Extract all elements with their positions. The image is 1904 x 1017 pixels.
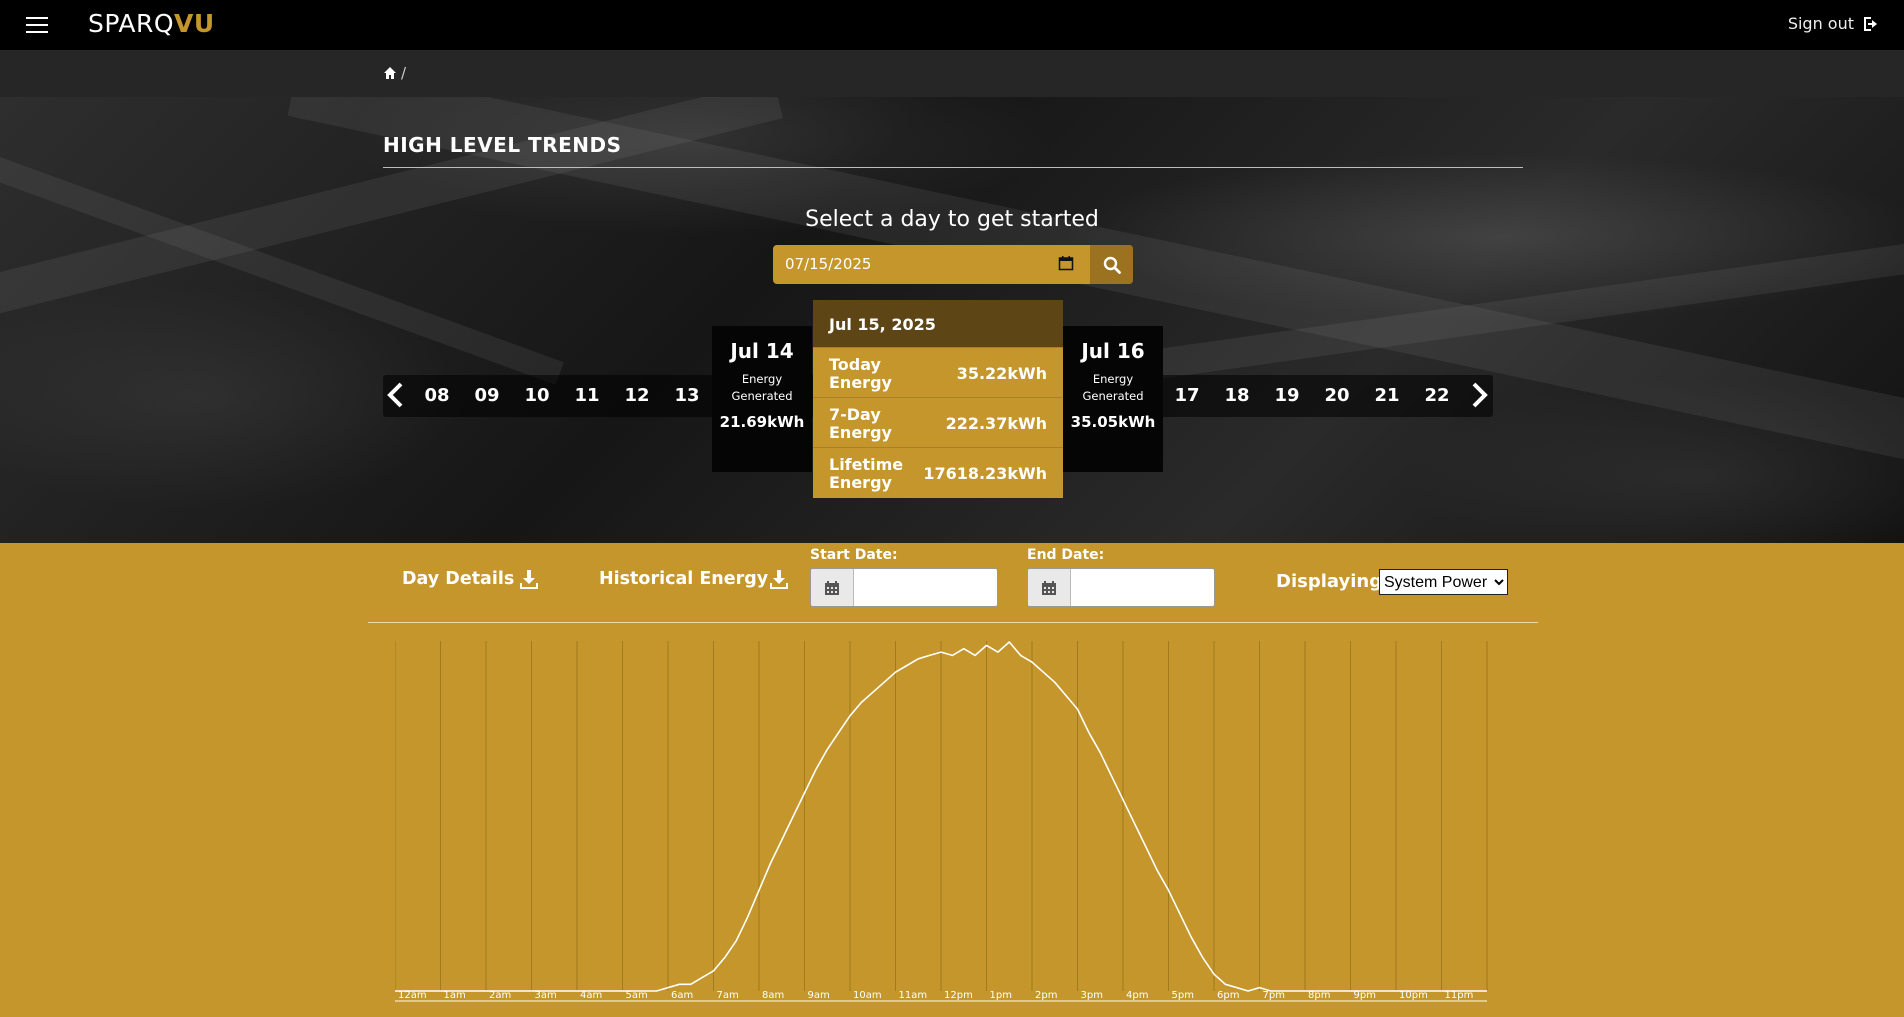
day-date-picker[interactable]: 07/15/2025	[773, 245, 1133, 284]
selected-day-card: Jul 15, 2025 Today Energy 35.22kWh 7-Day…	[813, 300, 1063, 498]
stat-row: Today Energy 35.22kWh	[813, 347, 1063, 397]
stat-row: 7-Day Energy 222.37kWh	[813, 397, 1063, 447]
day-details-download[interactable]: Day Details	[402, 569, 539, 589]
breadcrumb-bar: /	[0, 50, 1904, 97]
sign-out-label: Sign out	[1787, 14, 1854, 33]
home-icon[interactable]	[383, 66, 397, 80]
stat-label: Today Energy	[829, 355, 892, 392]
prev-day-label-1: Energy	[741, 372, 783, 386]
historical-energy-download[interactable]: Historical Energy	[599, 569, 789, 589]
end-date-field[interactable]	[1027, 568, 1215, 607]
x-tick-label: 7am	[717, 990, 739, 1001]
start-date-label: Start Date:	[810, 547, 898, 563]
page-title: HIGH LEVEL TRENDS	[383, 133, 622, 157]
download-icon	[520, 569, 539, 589]
top-navbar: SPARQVU Sign out	[0, 0, 1904, 50]
day-button[interactable]: 10	[515, 375, 559, 417]
sign-out-button[interactable]: Sign out	[1788, 14, 1882, 33]
display-metric-select[interactable]: System Power	[1379, 569, 1508, 595]
x-tick-label: 2pm	[1035, 990, 1057, 1001]
stat-label: 7-Day Energy	[829, 405, 892, 442]
prev-day-value: 21.69kWh	[719, 413, 805, 431]
x-tick-label: 10am	[853, 990, 882, 1001]
start-date-input[interactable]	[855, 569, 997, 606]
stat-row: Lifetime Energy 17618.23kWh	[813, 447, 1063, 497]
x-tick-label: 4pm	[1126, 990, 1148, 1001]
next-day-card[interactable]: Jul 16 Energy Generated 35.05kWh	[1063, 326, 1163, 472]
logo-text-part2: VU	[174, 9, 215, 38]
chevron-right-icon	[1472, 382, 1488, 408]
hero-subtitle: Select a day to get started	[805, 207, 1099, 232]
next-day-label-1: Energy	[1092, 372, 1134, 386]
end-date-input[interactable]	[1072, 569, 1214, 606]
prev-day-label-2: Generated	[731, 389, 793, 403]
day-details-label: Day Details	[402, 569, 515, 589]
x-tick-label: 8am	[762, 990, 784, 1001]
hero-section: HIGH LEVEL TRENDS Select a day to get st…	[0, 97, 1904, 543]
stat-value: 222.37kWh	[945, 414, 1047, 433]
day-button[interactable]: 09	[465, 375, 509, 417]
start-date-field[interactable]	[810, 568, 998, 607]
download-icon	[770, 569, 789, 589]
calendar-icon[interactable]	[1058, 255, 1074, 271]
day-button[interactable]: 08	[415, 375, 459, 417]
day-button[interactable]: 11	[565, 375, 609, 417]
x-tick-label: 12pm	[944, 990, 973, 1001]
menu-icon[interactable]	[26, 17, 48, 33]
day-button[interactable]: 22	[1415, 375, 1459, 417]
sign-out-icon	[1864, 16, 1877, 31]
breadcrumb: /	[383, 64, 406, 82]
historical-energy-label: Historical Energy	[599, 569, 769, 589]
search-icon	[1103, 256, 1121, 274]
day-button[interactable]: 18	[1215, 375, 1259, 417]
logo-text-part1: SPARQ	[88, 9, 174, 38]
x-tick-label: 9am	[808, 990, 830, 1001]
day-button[interactable]: 17	[1165, 375, 1209, 417]
system-power-chart: 12am 1am 2am 3am 4am 5am 6am 7am 8am 9am 10am 11am 1…	[395, 641, 1488, 1002]
date-input-value[interactable]: 07/15/2025	[785, 255, 871, 273]
title-divider	[383, 167, 1523, 168]
displaying-label: Displaying:	[1276, 571, 1390, 592]
prev-days-button[interactable]	[383, 372, 409, 418]
x-tick-label: 6am	[671, 990, 693, 1001]
next-day-label-2: Generated	[1082, 389, 1144, 403]
breadcrumb-separator: /	[401, 64, 407, 82]
calendar-icon[interactable]	[1028, 569, 1071, 606]
day-button[interactable]: 19	[1265, 375, 1309, 417]
stat-label: Lifetime Energy	[829, 455, 904, 492]
next-day-value: 35.05kWh	[1070, 413, 1156, 431]
chevron-left-icon	[387, 382, 403, 408]
selected-day-date: Jul 15, 2025	[813, 300, 1063, 347]
toolbar-divider	[368, 622, 1538, 623]
day-button[interactable]: 13	[665, 375, 709, 417]
prev-day-date: Jul 14	[730, 339, 794, 363]
search-button[interactable]	[1090, 245, 1133, 284]
stat-value: 17618.23kWh	[923, 464, 1047, 483]
app-logo[interactable]: SPARQVU	[88, 9, 215, 38]
x-tick-label: 11am	[899, 990, 928, 1001]
next-day-date: Jul 16	[1081, 339, 1145, 363]
end-date-label: End Date:	[1027, 547, 1105, 563]
stat-value: 35.22kWh	[956, 364, 1047, 383]
x-tick-label: 3pm	[1081, 990, 1103, 1001]
x-tick-label: 1pm	[990, 990, 1012, 1001]
next-days-button[interactable]	[1466, 372, 1492, 418]
prev-day-card[interactable]: Jul 14 Energy Generated 21.69kWh	[712, 326, 812, 472]
day-button[interactable]: 12	[615, 375, 659, 417]
x-tick-label: 6pm	[1217, 990, 1239, 1001]
calendar-icon[interactable]	[811, 569, 854, 606]
day-button[interactable]: 21	[1365, 375, 1409, 417]
x-tick-label: 5pm	[1172, 990, 1194, 1001]
day-button[interactable]: 20	[1315, 375, 1359, 417]
